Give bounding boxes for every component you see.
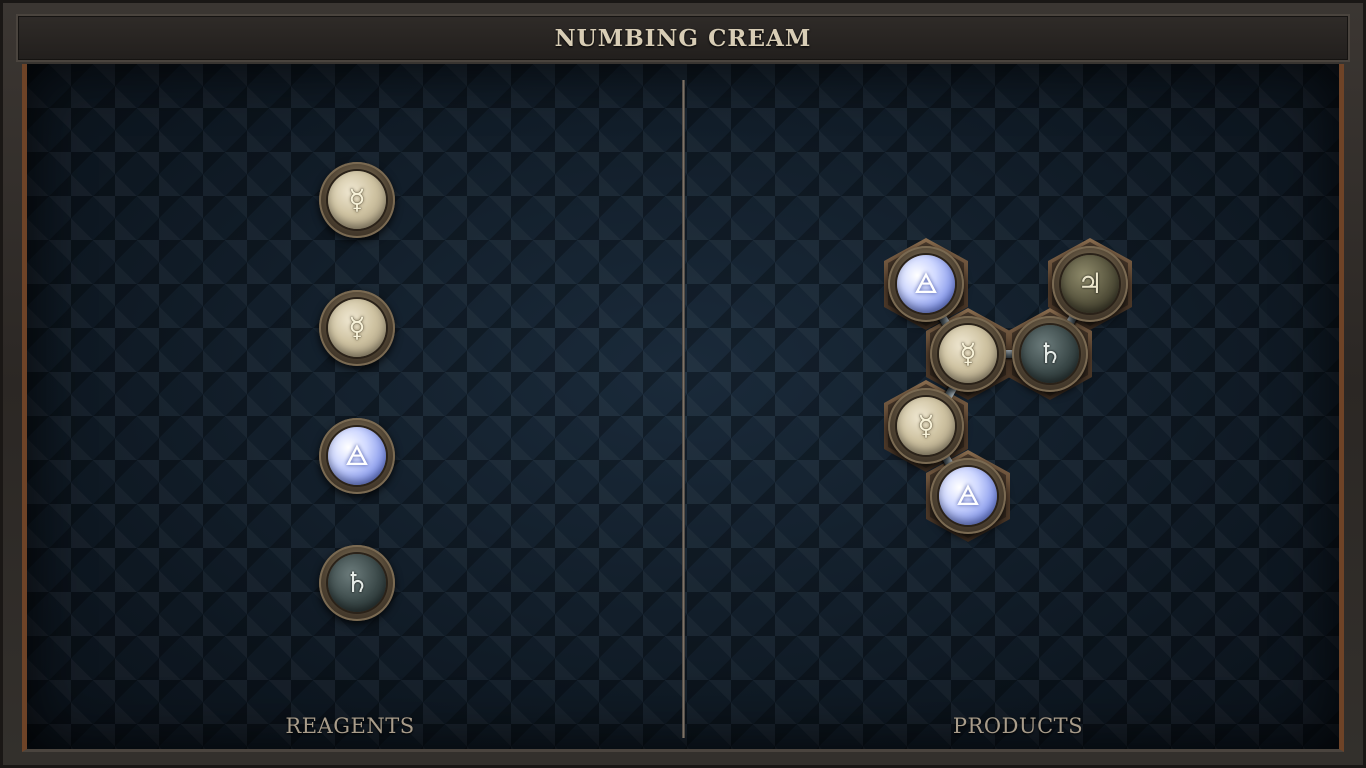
title-bar: NUMBING CREAM xyxy=(16,14,1350,62)
tin-icon: ♃ xyxy=(1061,255,1119,313)
panel-divider xyxy=(682,80,685,738)
quicksilver-icon: ☿ xyxy=(328,171,386,229)
reagent-quicksilver-atom: ☿ xyxy=(319,162,395,238)
quicksilver-icon: ☿ xyxy=(328,299,386,357)
product-tin-atom: ♃ xyxy=(1052,246,1128,322)
air-icon: 🜁 xyxy=(939,467,997,525)
reagent-lead-atom: ♄ xyxy=(319,545,395,621)
reagents-label: REAGENTS xyxy=(285,714,415,738)
lead-icon: ♄ xyxy=(328,554,386,612)
quicksilver-icon: ☿ xyxy=(897,397,955,455)
products-label: PRODUCTS xyxy=(952,714,1084,738)
recipe-title: NUMBING CREAM xyxy=(554,24,812,52)
product-air-atom: 🜁 xyxy=(930,458,1006,534)
product-lead-atom: ♄ xyxy=(1012,316,1088,392)
reagent-air-atom: 🜁 xyxy=(319,418,395,494)
product-quicksilver-atom: ☿ xyxy=(888,388,964,464)
air-icon: 🜁 xyxy=(328,427,386,485)
product-quicksilver-atom: ☿ xyxy=(930,316,1006,392)
quicksilver-icon: ☿ xyxy=(939,325,997,383)
product-air-atom: 🜁 xyxy=(888,246,964,322)
lead-icon: ♄ xyxy=(1021,325,1079,383)
air-icon: 🜁 xyxy=(897,255,955,313)
reagent-quicksilver-atom: ☿ xyxy=(319,290,395,366)
